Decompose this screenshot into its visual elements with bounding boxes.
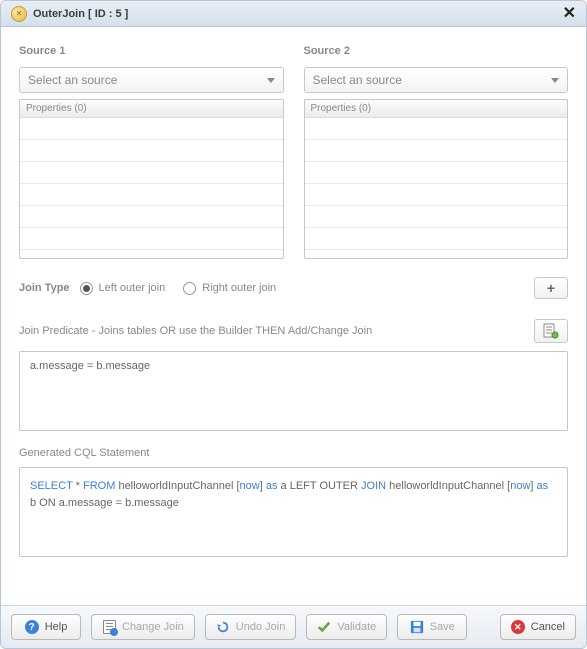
dialog-title: OuterJoin [ ID : 5 ] — [33, 8, 557, 20]
table-row — [20, 184, 283, 206]
table-row — [20, 118, 283, 140]
table-row — [305, 118, 568, 140]
predicate-label: Join Predicate - Joins tables OR use the… — [19, 325, 526, 337]
source-2-properties-header: Properties (0) — [305, 100, 568, 118]
undo-join-button[interactable]: Undo Join — [205, 614, 297, 640]
table-row — [305, 228, 568, 250]
join-type-row: Join Type Left outer join Right outer jo… — [19, 277, 568, 299]
builder-icon — [543, 323, 559, 339]
source-1-properties: Properties (0) — [19, 99, 284, 259]
titlebar: OuterJoin [ ID : 5 ] ✕ — [1, 1, 586, 27]
radio-icon — [183, 282, 196, 295]
radio-icon — [80, 282, 93, 295]
radio-left-label: Left outer join — [99, 282, 166, 294]
help-icon: ? — [25, 620, 39, 634]
check-icon — [317, 620, 331, 634]
chevron-down-icon — [551, 78, 559, 83]
source-2-select-text: Select an source — [313, 73, 552, 87]
cql-label: Generated CQL Statement — [19, 447, 568, 459]
source-1-column: Source 1 Select an source Properties (0) — [19, 45, 284, 259]
help-label: Help — [45, 621, 68, 633]
source-1-select-text: Select an source — [28, 73, 267, 87]
chevron-down-icon — [267, 78, 275, 83]
close-icon[interactable]: ✕ — [563, 6, 576, 22]
document-icon — [102, 620, 116, 634]
cancel-button[interactable]: ✕ Cancel — [500, 614, 576, 640]
app-icon — [11, 6, 27, 22]
source-2-label: Source 2 — [304, 45, 569, 57]
radio-left-outer[interactable]: Left outer join — [80, 282, 166, 295]
save-button[interactable]: Save — [397, 614, 467, 640]
table-row — [305, 206, 568, 228]
cql-statement: SELECT * FROM helloworldInputChannel [no… — [19, 467, 568, 557]
add-button[interactable]: + — [534, 277, 568, 299]
predicate-header-row: Join Predicate - Joins tables OR use the… — [19, 319, 568, 343]
source-1-select[interactable]: Select an source — [19, 67, 284, 93]
change-join-button[interactable]: Change Join — [91, 614, 195, 640]
builder-button[interactable] — [534, 319, 568, 343]
source-2-properties: Properties (0) — [304, 99, 569, 259]
cql-header-row: Generated CQL Statement — [19, 447, 568, 459]
cancel-icon: ✕ — [511, 620, 525, 634]
table-row — [305, 184, 568, 206]
table-row — [20, 228, 283, 250]
outerjoin-dialog: OuterJoin [ ID : 5 ] ✕ Source 1 Select a… — [0, 0, 587, 649]
sources-row: Source 1 Select an source Properties (0) — [19, 45, 568, 259]
source-2-column: Source 2 Select an source Properties (0) — [304, 45, 569, 259]
radio-right-outer[interactable]: Right outer join — [183, 282, 276, 295]
undo-join-label: Undo Join — [236, 621, 286, 633]
dialog-content: Source 1 Select an source Properties (0) — [1, 27, 586, 605]
table-row — [305, 162, 568, 184]
join-type-label: Join Type — [19, 282, 70, 294]
join-type-radio-group: Left outer join Right outer join — [80, 282, 524, 295]
cancel-label: Cancel — [531, 621, 565, 633]
undo-icon — [216, 620, 230, 634]
radio-right-label: Right outer join — [202, 282, 276, 294]
footer: ? Help Change Join Undo Join Validate Sa… — [1, 605, 586, 648]
validate-button[interactable]: Validate — [306, 614, 387, 640]
source-1-label: Source 1 — [19, 45, 284, 57]
predicate-text[interactable]: a.message = b.message — [19, 351, 568, 431]
table-row — [20, 140, 283, 162]
change-join-label: Change Join — [122, 621, 184, 633]
table-row — [305, 140, 568, 162]
source-2-select[interactable]: Select an source — [304, 67, 569, 93]
table-row — [20, 162, 283, 184]
help-button[interactable]: ? Help — [11, 614, 81, 640]
validate-label: Validate — [337, 621, 376, 633]
table-row — [20, 206, 283, 228]
save-icon — [410, 620, 424, 634]
save-label: Save — [430, 621, 455, 633]
source-1-properties-header: Properties (0) — [20, 100, 283, 118]
